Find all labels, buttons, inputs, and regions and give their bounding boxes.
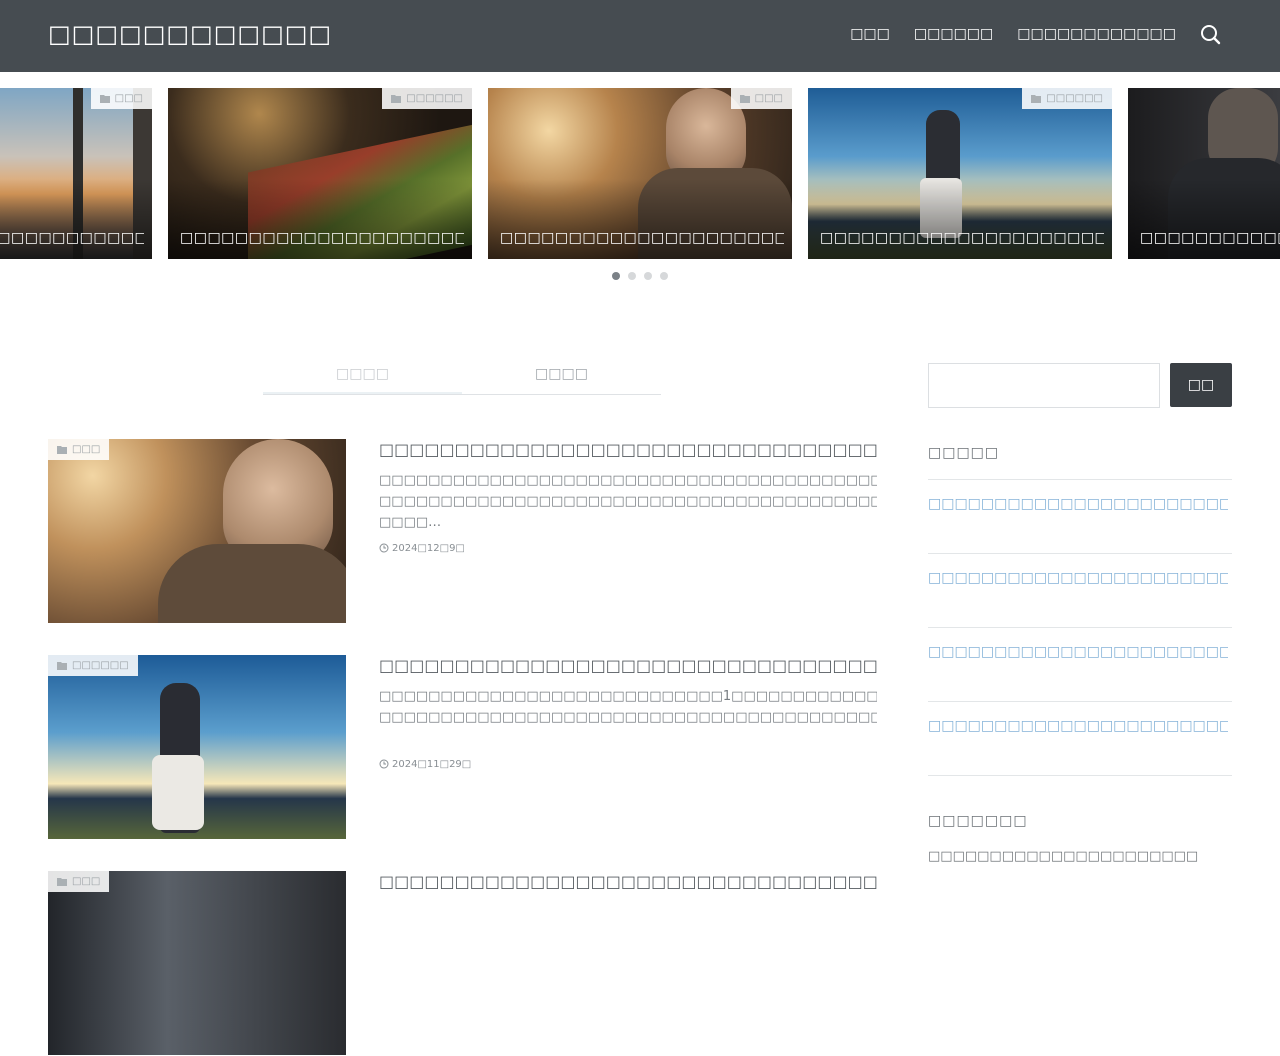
article-card: □□□ □□□□□□□□□□□□□□□□□□□□□□□□□□□□□□□□□□□□… <box>48 871 879 1056</box>
slide-1[interactable]: □□□□□□□□□□□□□□□□□□□□□□□□□□□□ □□□ <box>0 88 152 259</box>
slide-title: □□□□□□□□□□□□□□□□□□□□□□□□□□□□□□□□□□□□□ <box>820 230 1104 246</box>
slide-category-badge: □□□ <box>90 88 152 109</box>
divider <box>928 479 1232 480</box>
article-category-badge: □□□ <box>48 871 110 892</box>
sidebar-search-button[interactable]: □□ <box>1170 363 1232 407</box>
folder-icon <box>57 446 67 454</box>
article-category-badge: □□□□□□ <box>48 655 138 676</box>
article-excerpt: □□□□□□□□□□□□□□□□□□□□□□□□□□□□1□□□□□□□□□□□… <box>379 689 877 725</box>
site-header: □□□□□□□□□□□□ □□□ □□□□□□ □□□□□□□□□□□□ <box>0 0 1280 72</box>
article-card: □□□ □□□□□□□□□□□□□□□□□□□□□□□□□□□□□□□□□□□□… <box>48 439 879 624</box>
sidebar-search-input[interactable] <box>928 363 1160 408</box>
main-nav: □□□ □□□□□□ □□□□□□□□□□□□ <box>850 26 1176 42</box>
nav-item-3[interactable]: □□□□□□□□□□□□ <box>1017 26 1176 42</box>
article-thumbnail[interactable]: □□□ <box>48 439 346 623</box>
slide-4[interactable]: □□□□□□□□□□□□□□□□□□□□□□□□□□□□□□□□□□□□□ □□… <box>808 88 1112 259</box>
slider-dot-3[interactable] <box>644 272 652 280</box>
divider <box>928 627 1232 628</box>
tab-2[interactable]: □□□□ <box>462 356 661 394</box>
slide-title: □□□□□□□□□□□□□□□□□□□□□□□□□□□□ <box>1140 230 1280 246</box>
article-title[interactable]: □□□□□□□□□□□□□□□□□□□□□□□□□□□□□□□□□□□□□□□□ <box>379 656 879 676</box>
recent-post-link[interactable]: □□□□□□□□□□□□□□□□□□□□□□□□□□□□□□□□□□□□□□□□ <box>928 567 1228 589</box>
folder-icon <box>99 95 110 103</box>
nav-item-1[interactable]: □□□ <box>850 26 890 42</box>
slide-2[interactable]: □□□□□□□□□□□□□□□□□□□□□□□□□□□□□□□□□□□□□□□□… <box>168 88 472 259</box>
recent-post-link[interactable]: □□□□□□□□□□□□□□□□□□□□□□□□□□□□□□□□□□□□□□□□… <box>928 715 1228 737</box>
recent-post-link[interactable]: □□□□□□□□□□□□□□□□□□□□□□□□□□□□□□□□□□□□□□□□ <box>928 641 1228 663</box>
slider-dot-1[interactable] <box>612 272 620 280</box>
folder-icon <box>1031 95 1042 103</box>
slide-category-badge: □□□ <box>730 88 792 109</box>
article-date: 2024□12□9□ <box>379 543 465 554</box>
article-excerpt: □□□□□□□□□□□□□□□□□□□□□□□□□□□□□□□□□□□□□□□□… <box>379 473 877 530</box>
article-thumbnail[interactable]: □□□ <box>48 871 346 1055</box>
slide-5[interactable]: □□□□□□□□□□□□□□□□□□□□□□□□□□□□ □□□ <box>1128 88 1280 259</box>
article-category-badge: □□□ <box>48 439 110 460</box>
clock-icon <box>379 759 389 769</box>
slide-title: □□□□□□□□□□□□□□□□□□□□□□□□□□□□□□□□□□□□ <box>500 230 784 246</box>
site-title[interactable]: □□□□□□□□□□□□ <box>48 20 332 48</box>
article-date: 2024□11□29□ <box>379 759 471 770</box>
clock-icon <box>379 543 389 553</box>
divider <box>928 553 1232 554</box>
nav-item-2[interactable]: □□□□□□ <box>914 26 993 42</box>
slide-3[interactable]: □□□□□□□□□□□□□□□□□□□□□□□□□□□□□□□□□□□□ □□□ <box>488 88 792 259</box>
slide-category-badge: □□□□□□ <box>382 88 472 109</box>
article-title[interactable]: □□□□□□□□□□□□□□□□□□□□□□□□□□□□□□□□□□□□□□□□… <box>379 872 879 892</box>
tab-1[interactable]: □□□□ <box>263 356 462 394</box>
recent-post-link[interactable]: □□□□□□□□□□□□□□□□□□□□□□□□□□□□□□□□□□□□□□□ <box>928 493 1228 515</box>
post-tabs: □□□□ □□□□ <box>263 356 661 395</box>
featured-slider: □□□□□□□□□□□ □□□ □□□□□□□□□□□□□□ □□□ □□□□ □□□… <box>0 88 1280 260</box>
article-card: □□□□□□ □□□□□□□□□□□□□□□□□□□□□□□□□□□□□□□□□… <box>48 655 879 840</box>
article-thumbnail[interactable]: □□□□□□ <box>48 655 346 839</box>
widget-title-2: □□□□□□□ <box>928 813 1028 829</box>
slider-pagination <box>612 272 668 280</box>
divider <box>928 701 1232 702</box>
slider-dot-4[interactable] <box>660 272 668 280</box>
search-icon[interactable] <box>1200 24 1222 46</box>
widget-text: □□□□□□□□□□□□□□□□□□□□□□ <box>928 849 1199 864</box>
article-title[interactable]: □□□□□□□□□□□□□□□□□□□□□□□□□□□□□□□□□□□□□□□ <box>379 440 879 460</box>
recent-posts-title: □□□□□ <box>928 445 1000 461</box>
slide-title: □□□□□□□□□□□□□□□□□□□□□□□□□□□□ <box>0 230 144 246</box>
folder-icon <box>57 662 67 670</box>
slide-category-badge: □□□□□□ <box>1022 88 1112 109</box>
folder-icon <box>391 95 402 103</box>
folder-icon <box>739 95 750 103</box>
divider <box>928 775 1232 776</box>
slider-dot-2[interactable] <box>628 272 636 280</box>
slide-title: □□□□□□□□□□□□□□□□□□□□□□□□□□□□□□□□□□□□□□□□… <box>180 230 464 246</box>
folder-icon <box>57 878 67 886</box>
